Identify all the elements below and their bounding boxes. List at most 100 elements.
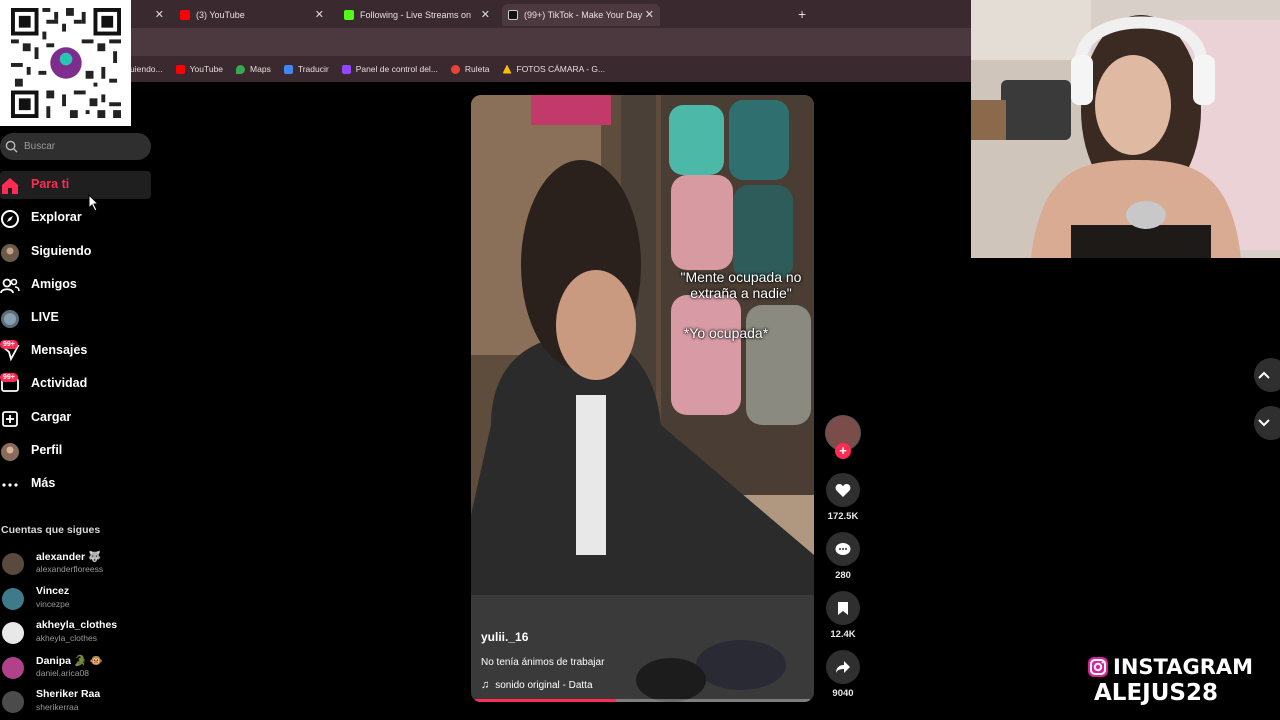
maps-icon	[236, 64, 246, 74]
close-tab-icon[interactable]: ✕	[155, 8, 164, 21]
browser-tab-youtube[interactable]: (3) YouTube ✕	[174, 4, 330, 26]
video-progress-bar[interactable]	[475, 699, 810, 702]
following-avatar-icon	[1, 244, 19, 262]
following-account-item[interactable]: Danipa 🐊 🐵 daniel.arica08	[0, 654, 150, 684]
bookmark-panel[interactable]: Panel de control del...	[341, 64, 438, 74]
video-frame	[471, 95, 814, 702]
account-handle: daniel.arica08	[36, 668, 89, 678]
nav-item-siguiendo[interactable]: Siguiendo	[0, 238, 151, 266]
bookmark-ruleta[interactable]: Ruleta	[450, 64, 490, 74]
video-caption-overlay: "Mente ocupada no extraña a nadie"	[661, 269, 814, 301]
bookmark-label: Panel de control del...	[355, 64, 438, 74]
save-count: 12.4K	[830, 629, 856, 640]
account-name: alexander 🐺	[36, 551, 102, 563]
previous-video-button[interactable]	[1254, 358, 1280, 392]
overlay-line: "Mente ocupada no	[680, 269, 802, 285]
following-account-item[interactable]: akheyla_clothes akheyla_clothes	[0, 619, 150, 649]
comment-button[interactable]: 280	[826, 532, 860, 581]
browser-tab[interactable]: ✕	[130, 4, 170, 26]
nav-item-mensajes[interactable]: 99+ Mensajes	[0, 337, 151, 365]
close-tab-icon[interactable]: ✕	[481, 8, 490, 21]
share-count: 9040	[832, 688, 854, 699]
youtube-icon	[180, 10, 190, 20]
video-sound[interactable]: ♫ sonido original - Datta	[481, 679, 593, 691]
nav-item-live[interactable]: LIVE	[0, 304, 151, 332]
progress-fill	[475, 699, 616, 702]
nav-item-perfil[interactable]: Perfil	[0, 437, 151, 465]
live-icon	[1, 310, 19, 328]
like-count: 172.5K	[827, 511, 859, 522]
address-bar[interactable]	[130, 28, 971, 56]
nav-item-para-ti[interactable]: Para ti	[0, 171, 151, 199]
comment-icon	[835, 542, 851, 555]
activity-badge: 99+	[0, 373, 18, 382]
search-icon	[5, 140, 18, 153]
avatar	[2, 691, 24, 713]
following-accounts-title: Cuentas que sigues	[1, 524, 101, 536]
close-tab-icon[interactable]: ✕	[315, 8, 324, 21]
search-input[interactable]: Buscar	[0, 133, 151, 160]
bookmark-item[interactable]: uiendo...	[130, 64, 163, 74]
close-tab-icon[interactable]: ✕	[645, 8, 654, 21]
video-username[interactable]: yulii._16	[481, 630, 528, 644]
instagram-label: INSTAGRAM	[1113, 655, 1254, 679]
friends-icon	[0, 278, 20, 294]
nav-label: Explorar	[31, 210, 82, 224]
bookmark-fotos[interactable]: FOTOS CÁMARA - G...	[502, 64, 606, 74]
bookmark-youtube[interactable]: YouTube	[175, 64, 224, 74]
bookmark-label: Ruleta	[464, 64, 490, 74]
account-handle: sherikerraa	[36, 702, 79, 712]
following-account-item[interactable]: Sheriker Raa sherikerraa	[0, 688, 150, 718]
browser-tab-tiktok[interactable]: (99+) TikTok - Make Your Day ✕	[502, 4, 660, 26]
following-account-item[interactable]: alexander 🐺 alexanderfloreess	[0, 550, 150, 580]
save-button[interactable]: 12.4K	[826, 591, 860, 640]
browser-tab-bar: ✕ (3) YouTube ✕ Following - Live Streams…	[130, 0, 971, 28]
video-description: No tenía ánimos de trabajar	[481, 657, 605, 668]
messages-badge: 99+	[0, 340, 18, 349]
bookmark-label: YouTube	[189, 64, 224, 74]
account-handle: akheyla_clothes	[36, 633, 97, 643]
nav-item-cargar[interactable]: Cargar	[0, 404, 151, 432]
tab-title: (3) YouTube	[196, 10, 245, 20]
nav-item-amigos[interactable]: Amigos	[0, 271, 151, 299]
nav-item-explorar[interactable]: Explorar	[0, 204, 151, 232]
translate-icon	[283, 64, 293, 74]
bookmark-label: Traducir	[297, 64, 329, 74]
tab-title: (99+) TikTok - Make Your Day	[524, 10, 643, 20]
mouse-cursor-icon	[88, 194, 100, 212]
drive-icon	[502, 64, 512, 74]
bookmark-icon	[838, 601, 848, 615]
nav-label: Cargar	[31, 410, 72, 424]
video-caption-overlay-2: *Yo ocupada*	[683, 325, 769, 341]
share-circle	[826, 650, 860, 684]
like-button[interactable]: 172.5K	[826, 473, 860, 522]
share-button[interactable]: 9040	[826, 650, 860, 699]
tiktok-icon	[508, 10, 518, 20]
nav-item-actividad[interactable]: 99+ Actividad	[0, 370, 151, 398]
nav-label: Amigos	[31, 277, 77, 291]
new-tab-icon[interactable]: +	[798, 6, 806, 22]
account-name: akheyla_clothes	[36, 619, 118, 631]
instagram-icon	[1088, 657, 1108, 677]
comment-circle	[826, 532, 860, 566]
bookmark-label: FOTOS CÁMARA - G...	[516, 64, 606, 74]
instagram-username: ALEJUS28	[1094, 680, 1218, 706]
profile-icon	[1, 443, 19, 461]
account-name: Vincez	[36, 585, 70, 597]
bookmark-maps[interactable]: Maps	[236, 64, 271, 74]
nav-label: Mensajes	[31, 343, 88, 357]
next-video-button[interactable]	[1254, 406, 1280, 440]
comment-count: 280	[835, 570, 851, 581]
upload-icon	[2, 411, 18, 427]
bookmark-traducir[interactable]: Traducir	[283, 64, 329, 74]
nav-item-mas[interactable]: Más	[0, 470, 151, 498]
follow-plus-icon[interactable]: +	[835, 443, 851, 459]
bookmarks-bar: uiendo... YouTube Maps Traducir Panel de…	[130, 56, 971, 82]
video-player[interactable]: "Mente ocupada no extraña a nadie" *Yo o…	[471, 95, 814, 702]
overlay-line: extraña a nadie"	[690, 285, 792, 301]
browser-tab-kick[interactable]: Following - Live Streams on Kick ✕	[338, 4, 496, 26]
youtube-icon	[175, 64, 185, 74]
following-account-item[interactable]: Vincez vincezpe	[0, 585, 150, 615]
account-handle: vincezpe	[36, 599, 70, 609]
webcam-feed	[971, 0, 1280, 258]
